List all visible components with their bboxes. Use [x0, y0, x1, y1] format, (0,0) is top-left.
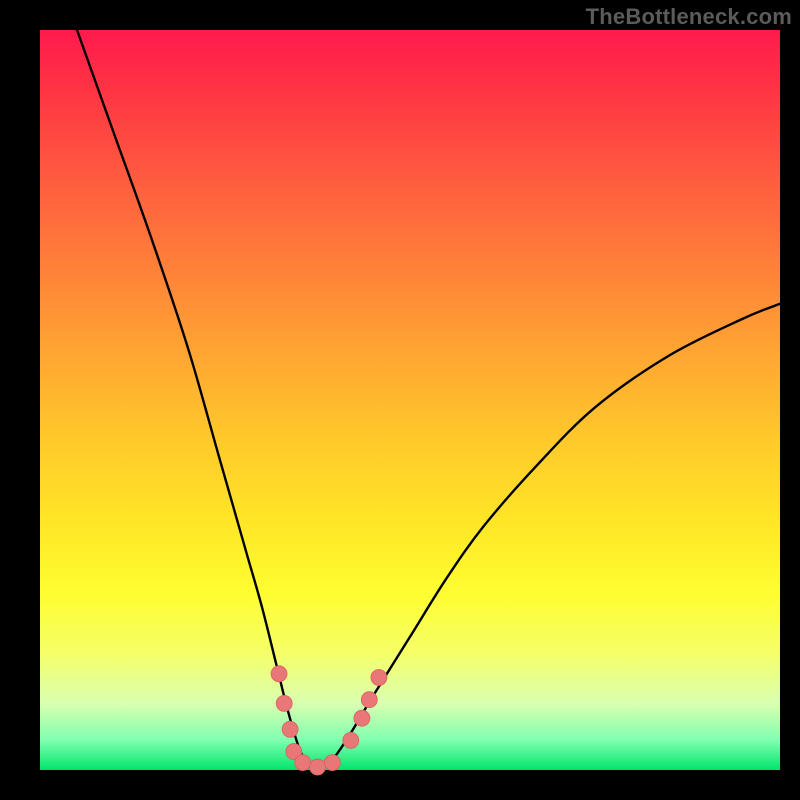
- watermark-text: TheBottleneck.com: [586, 4, 792, 30]
- data-point-p7: [324, 755, 340, 771]
- plot-area: [40, 30, 780, 770]
- chart-svg: [40, 30, 780, 770]
- bottleneck-curve: [77, 30, 780, 771]
- data-points-group: [271, 666, 387, 775]
- chart-frame: TheBottleneck.com: [0, 0, 800, 800]
- data-point-p9: [354, 710, 370, 726]
- data-point-p1: [271, 666, 287, 682]
- data-point-p11: [371, 670, 387, 686]
- data-point-p6: [310, 759, 326, 775]
- data-point-p2: [276, 695, 292, 711]
- data-point-p5: [295, 755, 311, 771]
- data-point-p3: [282, 721, 298, 737]
- data-point-p8: [343, 732, 359, 748]
- data-point-p10: [361, 692, 377, 708]
